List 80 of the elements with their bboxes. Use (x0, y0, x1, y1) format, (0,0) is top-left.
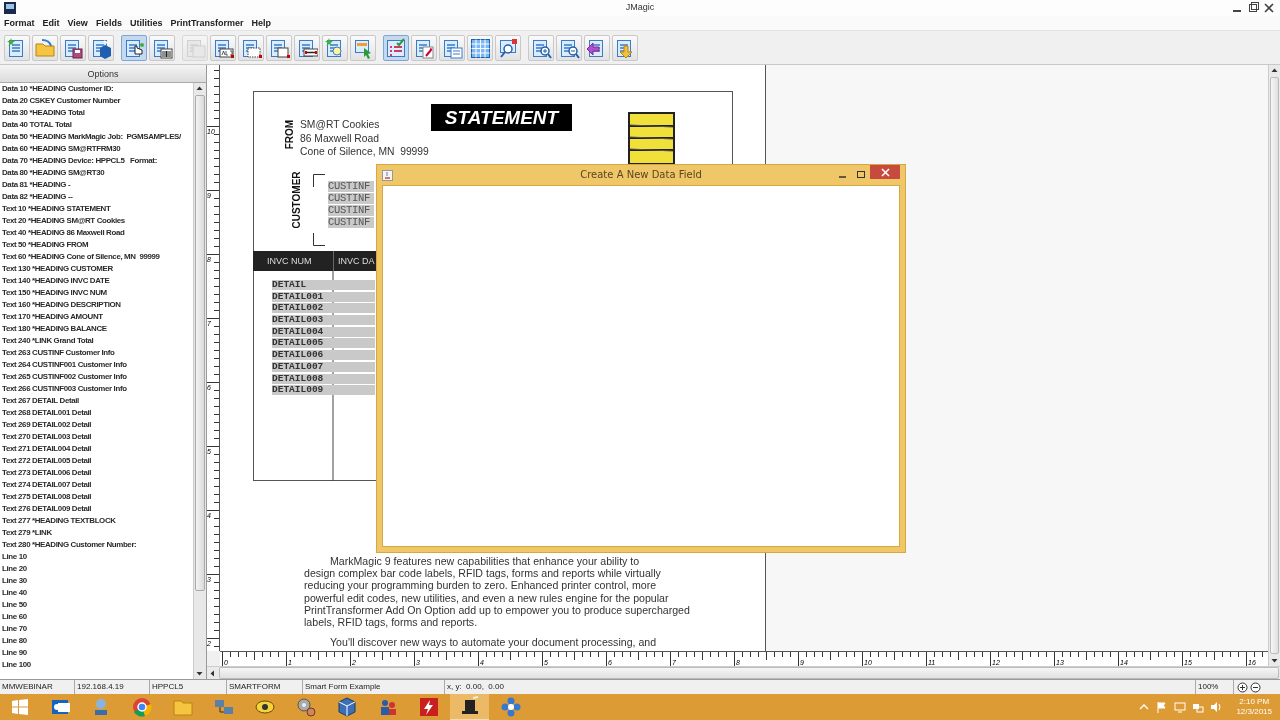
bolt-icon (417, 696, 440, 718)
taskbar-button[interactable] (450, 694, 489, 720)
data-field: CUSTINF (328, 193, 374, 204)
gear-icon (294, 696, 317, 718)
bracket (313, 174, 326, 246)
paragraph: You'll discover new ways to automate your document processing, and (329, 636, 658, 649)
checklist-icon (385, 36, 407, 59)
column-header: INVC NUM (253, 251, 334, 271)
data-field: CUSTINF (328, 181, 374, 192)
panel-title: Options (87, 68, 119, 79)
browser-icon (130, 696, 153, 718)
toolbar-button[interactable] (528, 34, 554, 61)
zoom-out-icon[interactable] (1250, 681, 1261, 693)
detail-field: DETAIL (272, 280, 375, 290)
detail-field: DETAIL002 (272, 303, 375, 314)
scrollbar-thumb[interactable] (195, 95, 205, 591)
detail-field: DETAIL005 (272, 338, 375, 349)
toolbar-button[interactable] (439, 34, 465, 61)
dialog-title: Create A New Data Field (580, 169, 702, 180)
detail-field: DETAIL006 (272, 350, 375, 361)
toolbar-button[interactable] (238, 34, 264, 61)
toolbar-button[interactable] (322, 34, 348, 61)
menu-item[interactable]: Utilities (125, 18, 167, 28)
customer-label: CUSTOMER (290, 172, 302, 229)
close-icon (880, 167, 890, 177)
close-icon[interactable] (1262, 2, 1276, 14)
menu-item[interactable]: PrintTransformer (166, 18, 248, 28)
window-title: JMagic (625, 2, 655, 12)
toolbar-button[interactable] (350, 34, 376, 61)
menu-item[interactable]: Edit (38, 18, 64, 28)
toolbar-button[interactable] (4, 34, 30, 61)
windows-logo-icon (12, 699, 28, 715)
app-icon (4, 2, 16, 14)
toolbar-button[interactable] (32, 34, 58, 61)
address-line: SM@RT Cookies (300, 118, 381, 132)
cube-icon (335, 696, 358, 718)
toolbar-button[interactable] (495, 34, 521, 61)
toolbar-button[interactable] (294, 34, 320, 61)
detail-field: DETAIL004 (272, 326, 375, 337)
speaker-icon[interactable] (1210, 701, 1223, 713)
app-icon (382, 169, 393, 181)
statement-heading: STATEMENT (431, 104, 572, 131)
detail-field: DETAIL003 (272, 315, 375, 326)
toolbar-button[interactable] (88, 34, 114, 61)
maximize-icon[interactable] (1246, 2, 1260, 14)
address-line: Cone of Silence, MN 99999 (300, 145, 429, 159)
toolbar-button[interactable] (612, 34, 638, 61)
close-button[interactable] (870, 165, 900, 179)
scrollbar[interactable] (193, 83, 206, 679)
scrollbar-thumb[interactable] (1270, 77, 1279, 654)
menu-item[interactable]: Format (0, 18, 39, 28)
toolbar-button[interactable] (383, 34, 409, 61)
data-field: CUSTINF (328, 205, 374, 216)
zoom-in-icon[interactable] (1237, 681, 1248, 693)
from-label: FROM (283, 118, 295, 152)
menu-item[interactable]: Fields (91, 18, 126, 28)
toolbar-button[interactable] (584, 34, 610, 61)
toolbar-button[interactable] (556, 34, 582, 61)
toolbar-button[interactable] (121, 34, 147, 61)
scrollbar[interactable] (1268, 65, 1280, 666)
data-field: CUSTINF (328, 217, 374, 228)
column-header: INVC DA (337, 255, 376, 268)
detail-field: DETAIL001 (272, 291, 375, 302)
flag-icon[interactable] (1156, 701, 1169, 713)
paragraph: MarkMagic 9 features new capabilities that enhance your ability to design complex bar code labels, RFID tags, forms and reports while virtually reducing your programming burden to zero. Enhanced printer control, more powerful edit codes, new utilities, and even a new rules engine for the popular PrintTransformer Add On Option add up to empower you to produce supercharged labels, RFID tags, forms and reports. (304, 555, 691, 629)
toolbar-button[interactable] (210, 34, 236, 61)
detail-field: DETAIL009 (272, 385, 375, 396)
toolbar-button[interactable] (411, 34, 437, 61)
toolbar-button[interactable] (266, 34, 292, 61)
detail-field: DETAIL007 (272, 361, 375, 372)
folder-icon (34, 36, 56, 59)
detail-field: DETAIL008 (272, 373, 375, 384)
flower-icon (499, 696, 522, 718)
address-line: 86 Maxwell Road (300, 131, 380, 145)
toolbar-button[interactable] (467, 34, 493, 61)
magnifier-icon (497, 36, 519, 59)
menu-item[interactable]: Help (247, 18, 275, 28)
grid-icon (469, 36, 491, 59)
menu-item[interactable]: View (63, 18, 92, 28)
toolbar-button[interactable] (60, 34, 86, 61)
